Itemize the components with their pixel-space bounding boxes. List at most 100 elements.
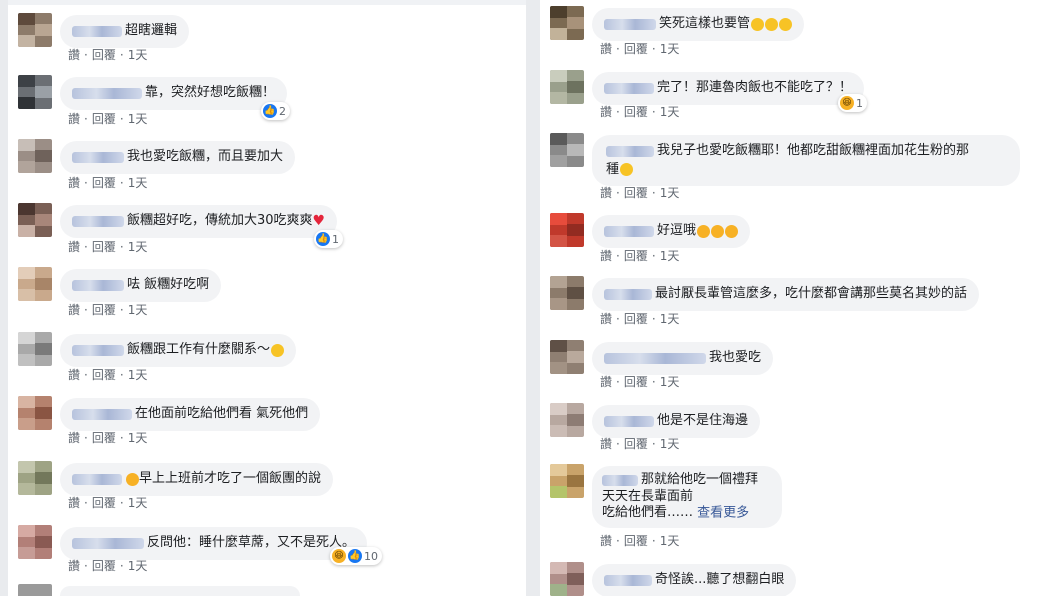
commenter-name[interactable] [72, 25, 122, 37]
reaction-summary[interactable]: 😆 👍 10 [330, 547, 382, 565]
avatar[interactable] [18, 525, 52, 559]
like-button[interactable]: 讚 [600, 105, 612, 119]
avatar[interactable] [18, 139, 52, 173]
like-button[interactable]: 讚 [68, 431, 80, 445]
reaction-summary[interactable]: 👍 1 [314, 230, 343, 248]
like-button[interactable]: 讚 [600, 186, 612, 200]
like-button[interactable]: 讚 [68, 496, 80, 510]
like-button[interactable]: 讚 [68, 559, 80, 573]
comment-actions: 讚 · 回覆 · 1天 [68, 559, 148, 573]
commenter-name[interactable] [72, 279, 124, 291]
like-button[interactable]: 讚 [600, 375, 612, 389]
commenter-name[interactable] [606, 145, 654, 157]
commenter-name[interactable] [72, 344, 124, 356]
commenter-name[interactable] [604, 82, 654, 94]
like-button[interactable]: 讚 [68, 368, 80, 382]
reply-button[interactable]: 回覆 [92, 303, 116, 317]
comment-text: 笑死這樣也要管 [659, 16, 751, 31]
avatar[interactable] [550, 403, 584, 437]
like-button[interactable]: 讚 [600, 312, 612, 326]
reaction-summary[interactable]: 😆 1 [838, 94, 867, 112]
like-button[interactable]: 讚 [68, 303, 80, 317]
avatar[interactable] [550, 276, 584, 310]
reply-button[interactable]: 回覆 [92, 240, 116, 254]
avatar[interactable] [550, 70, 584, 104]
reply-button[interactable]: 回覆 [624, 249, 648, 263]
commenter-name[interactable] [604, 352, 706, 364]
avatar[interactable] [18, 584, 52, 596]
timestamp[interactable]: 1天 [660, 42, 680, 56]
like-button[interactable]: 讚 [68, 112, 80, 126]
commenter-name[interactable] [72, 87, 142, 99]
reply-button[interactable]: 回覆 [92, 112, 116, 126]
reply-button[interactable]: 回覆 [624, 105, 648, 119]
avatar[interactable] [18, 332, 52, 366]
comment-text: 反問他：睡什麼草蓆，又不是死人。 [147, 535, 356, 550]
commenter-name[interactable] [72, 215, 124, 227]
reaction-summary[interactable]: 👍 2 [261, 102, 290, 120]
commenter-name[interactable] [602, 474, 638, 486]
timestamp[interactable]: 1天 [128, 559, 148, 573]
commenter-name[interactable] [604, 574, 652, 586]
like-button[interactable]: 讚 [600, 249, 612, 263]
timestamp[interactable]: 1天 [660, 105, 680, 119]
timestamp[interactable]: 1天 [128, 240, 148, 254]
reply-button[interactable]: 回覆 [92, 176, 116, 190]
avatar[interactable] [550, 6, 584, 40]
timestamp[interactable]: 1天 [128, 496, 148, 510]
timestamp[interactable]: 1天 [128, 48, 148, 62]
commenter-name[interactable] [72, 537, 144, 549]
comment-text-line3: 吃給他們看…… [602, 505, 694, 520]
reply-button[interactable]: 回覆 [624, 534, 648, 548]
commenter-name[interactable] [604, 18, 656, 30]
like-button[interactable]: 讚 [600, 534, 612, 548]
avatar[interactable] [18, 75, 52, 109]
reply-button[interactable]: 回覆 [624, 437, 648, 451]
commenter-name[interactable] [604, 225, 654, 237]
timestamp[interactable]: 1天 [660, 186, 680, 200]
avatar[interactable] [18, 396, 52, 430]
avatar[interactable] [550, 464, 584, 498]
commenter-name[interactable] [72, 408, 132, 420]
timestamp[interactable]: 1天 [660, 312, 680, 326]
avatar[interactable] [550, 340, 584, 374]
reply-button[interactable]: 回覆 [92, 368, 116, 382]
commenter-name[interactable] [604, 415, 654, 427]
see-more-link[interactable]: 查看更多 [697, 506, 749, 521]
timestamp[interactable]: 1天 [660, 437, 680, 451]
avatar[interactable] [18, 267, 52, 301]
avatar[interactable] [18, 203, 52, 237]
avatar[interactable] [18, 461, 52, 495]
avatar[interactable] [550, 133, 584, 167]
like-button[interactable]: 讚 [600, 42, 612, 56]
like-button[interactable]: 讚 [600, 437, 612, 451]
commenter-name[interactable] [72, 473, 122, 485]
comment-actions: 讚 · 回覆 · 1天 [600, 105, 680, 119]
reply-button[interactable]: 回覆 [92, 496, 116, 510]
reply-button[interactable]: 回覆 [92, 431, 116, 445]
timestamp[interactable]: 1天 [128, 176, 148, 190]
timestamp[interactable]: 1天 [660, 249, 680, 263]
like-button[interactable]: 讚 [68, 48, 80, 62]
reply-button[interactable]: 回覆 [92, 48, 116, 62]
timestamp[interactable]: 1天 [128, 303, 148, 317]
timestamp[interactable]: 1天 [660, 534, 680, 548]
reply-button[interactable]: 回覆 [624, 186, 648, 200]
timestamp[interactable]: 1天 [660, 375, 680, 389]
like-button[interactable]: 讚 [68, 176, 80, 190]
reply-button[interactable]: 回覆 [624, 42, 648, 56]
avatar[interactable] [18, 13, 52, 47]
like-button[interactable]: 讚 [68, 240, 80, 254]
commenter-name[interactable] [72, 151, 124, 163]
comment-actions: 讚 · 回覆 · 1天 [68, 176, 148, 190]
reply-button[interactable]: 回覆 [92, 559, 116, 573]
rofl-emoji [725, 224, 739, 238]
avatar[interactable] [550, 213, 584, 247]
timestamp[interactable]: 1天 [128, 112, 148, 126]
timestamp[interactable]: 1天 [128, 431, 148, 445]
commenter-name[interactable] [604, 288, 652, 300]
reply-button[interactable]: 回覆 [624, 312, 648, 326]
reply-button[interactable]: 回覆 [624, 375, 648, 389]
timestamp[interactable]: 1天 [128, 368, 148, 382]
avatar[interactable] [550, 562, 584, 596]
